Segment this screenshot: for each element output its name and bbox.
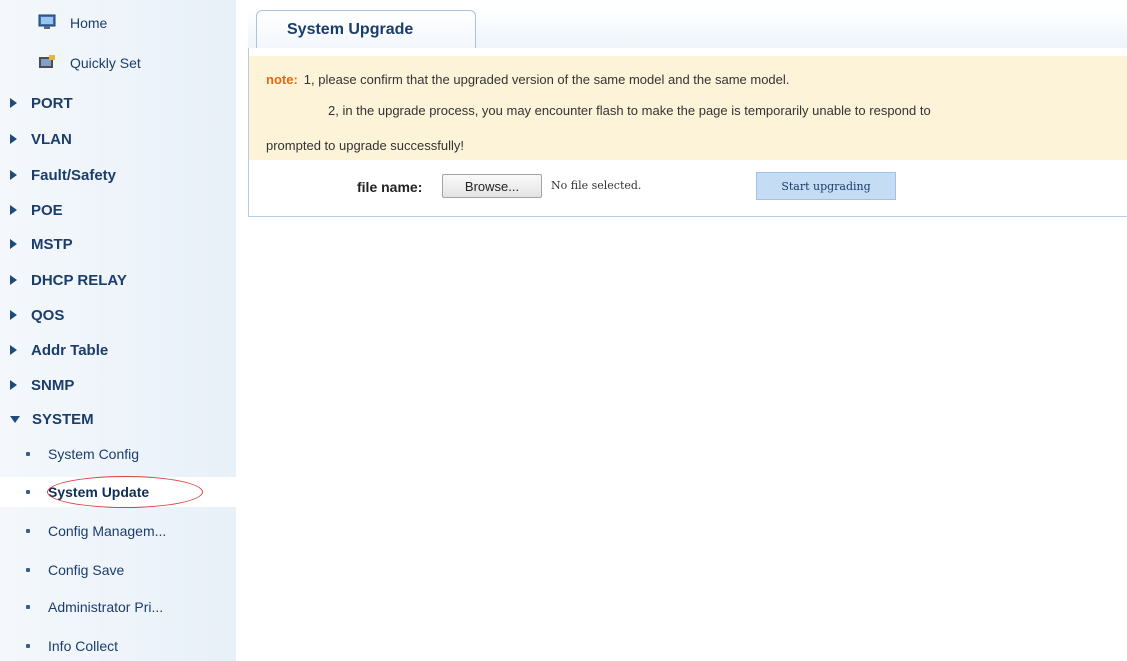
sidebar-item-label: Config Save [48,562,125,578]
sidebar-nav: Home Quickly Set PORT VLAN Fault/Safety … [0,0,262,661]
note-label: note: [266,72,298,87]
sidebar-group-addr-table[interactable]: Addr Table [0,335,246,365]
bullet-icon [26,605,30,609]
sidebar-item-administrator-privileges[interactable]: Administrator Pri... [0,592,262,622]
bullet-icon [26,529,30,533]
bullet-icon [26,452,30,456]
note-box: note: 1, please confirm that the upgraded… [249,56,1127,160]
sidebar-item-quickly-set[interactable]: Quickly Set [0,48,274,78]
sidebar-item-label: Administrator Pri... [48,599,164,615]
file-status-text: No file selected. [551,179,642,192]
expand-arrow-icon [10,134,17,144]
file-upload-row: file name: Browse... No file selected. S… [249,170,1127,204]
tab-system-upgrade[interactable]: System Upgrade [256,10,476,48]
sidebar-group-label: DHCP RELAY [31,271,127,289]
home-monitor-icon [38,14,56,29]
sidebar-group-mstp[interactable]: MSTP [0,229,246,259]
sidebar-group-port[interactable]: PORT [0,88,246,118]
expand-arrow-icon [10,310,17,320]
sidebar-group-snmp[interactable]: SNMP [0,370,246,400]
sidebar-group-label: PORT [31,94,73,112]
expand-arrow-icon [10,275,17,285]
sidebar-group-label: SNMP [31,376,75,394]
sidebar-group-label: Addr Table [31,341,109,359]
quick-set-icon [39,55,55,68]
expand-arrow-icon [10,380,17,390]
tab-strip: System Upgrade [248,8,1127,49]
browse-button[interactable]: Browse... [442,174,542,198]
note-line-3: prompted to upgrade successfully! [266,138,464,153]
sidebar-item-info-collect[interactable]: Info Collect [0,631,262,661]
file-name-label: file name: [357,179,423,195]
upgrade-panel: note: 1, please confirm that the upgraded… [248,48,1127,217]
expand-arrow-icon [10,170,17,180]
sidebar-group-label: MSTP [31,235,73,253]
expand-arrow-icon [10,345,17,355]
sidebar-item-label: Quickly Set [70,55,141,71]
sidebar-item-system-update[interactable]: System Update [0,477,262,507]
sidebar-group-label: VLAN [31,130,72,148]
sidebar-item-config-save[interactable]: Config Save [0,555,262,585]
sidebar-item-label: Config Managem... [48,523,167,539]
bullet-icon [26,490,30,494]
expand-arrow-icon [10,239,17,249]
sidebar-item-label: System Config [48,446,140,462]
sidebar-group-label: QOS [31,306,65,324]
sidebar-item-config-management[interactable]: Config Managem... [0,516,262,546]
expand-arrow-icon [10,98,17,108]
sidebar-item-label: Info Collect [48,638,119,654]
sidebar-group-poe[interactable]: POE [0,195,246,225]
bullet-icon [26,644,30,648]
sidebar-item-home[interactable]: Home [0,8,274,38]
expand-arrow-icon [10,205,17,215]
sidebar-group-label: Fault/Safety [31,166,117,184]
note-line-2: 2, in the upgrade process, you may encou… [328,103,931,118]
sidebar-item-label: System Update [48,484,150,500]
bullet-icon [26,568,30,572]
note-line-1: note: 1, please confirm that the upgraded… [266,72,789,87]
sidebar-item-system-config[interactable]: System Config [0,439,262,469]
sidebar-item-label: Home [70,15,108,31]
sidebar-group-dhcp-relay[interactable]: DHCP RELAY [0,265,246,295]
sidebar-group-qos[interactable]: QOS [0,300,246,330]
sidebar-group-vlan[interactable]: VLAN [0,124,246,154]
collapse-arrow-icon [10,415,20,423]
main-content: System Upgrade note: 1, please confirm th… [248,8,1127,217]
sidebar-group-system[interactable]: SYSTEM [0,404,246,434]
start-upgrading-button[interactable]: Start upgrading [756,172,896,200]
sidebar-group-label: SYSTEM [32,410,94,428]
sidebar-group-label: POE [31,201,63,219]
sidebar-group-fault-safety[interactable]: Fault/Safety [0,160,246,190]
note-text-1: 1, please confirm that the upgraded vers… [303,72,790,87]
